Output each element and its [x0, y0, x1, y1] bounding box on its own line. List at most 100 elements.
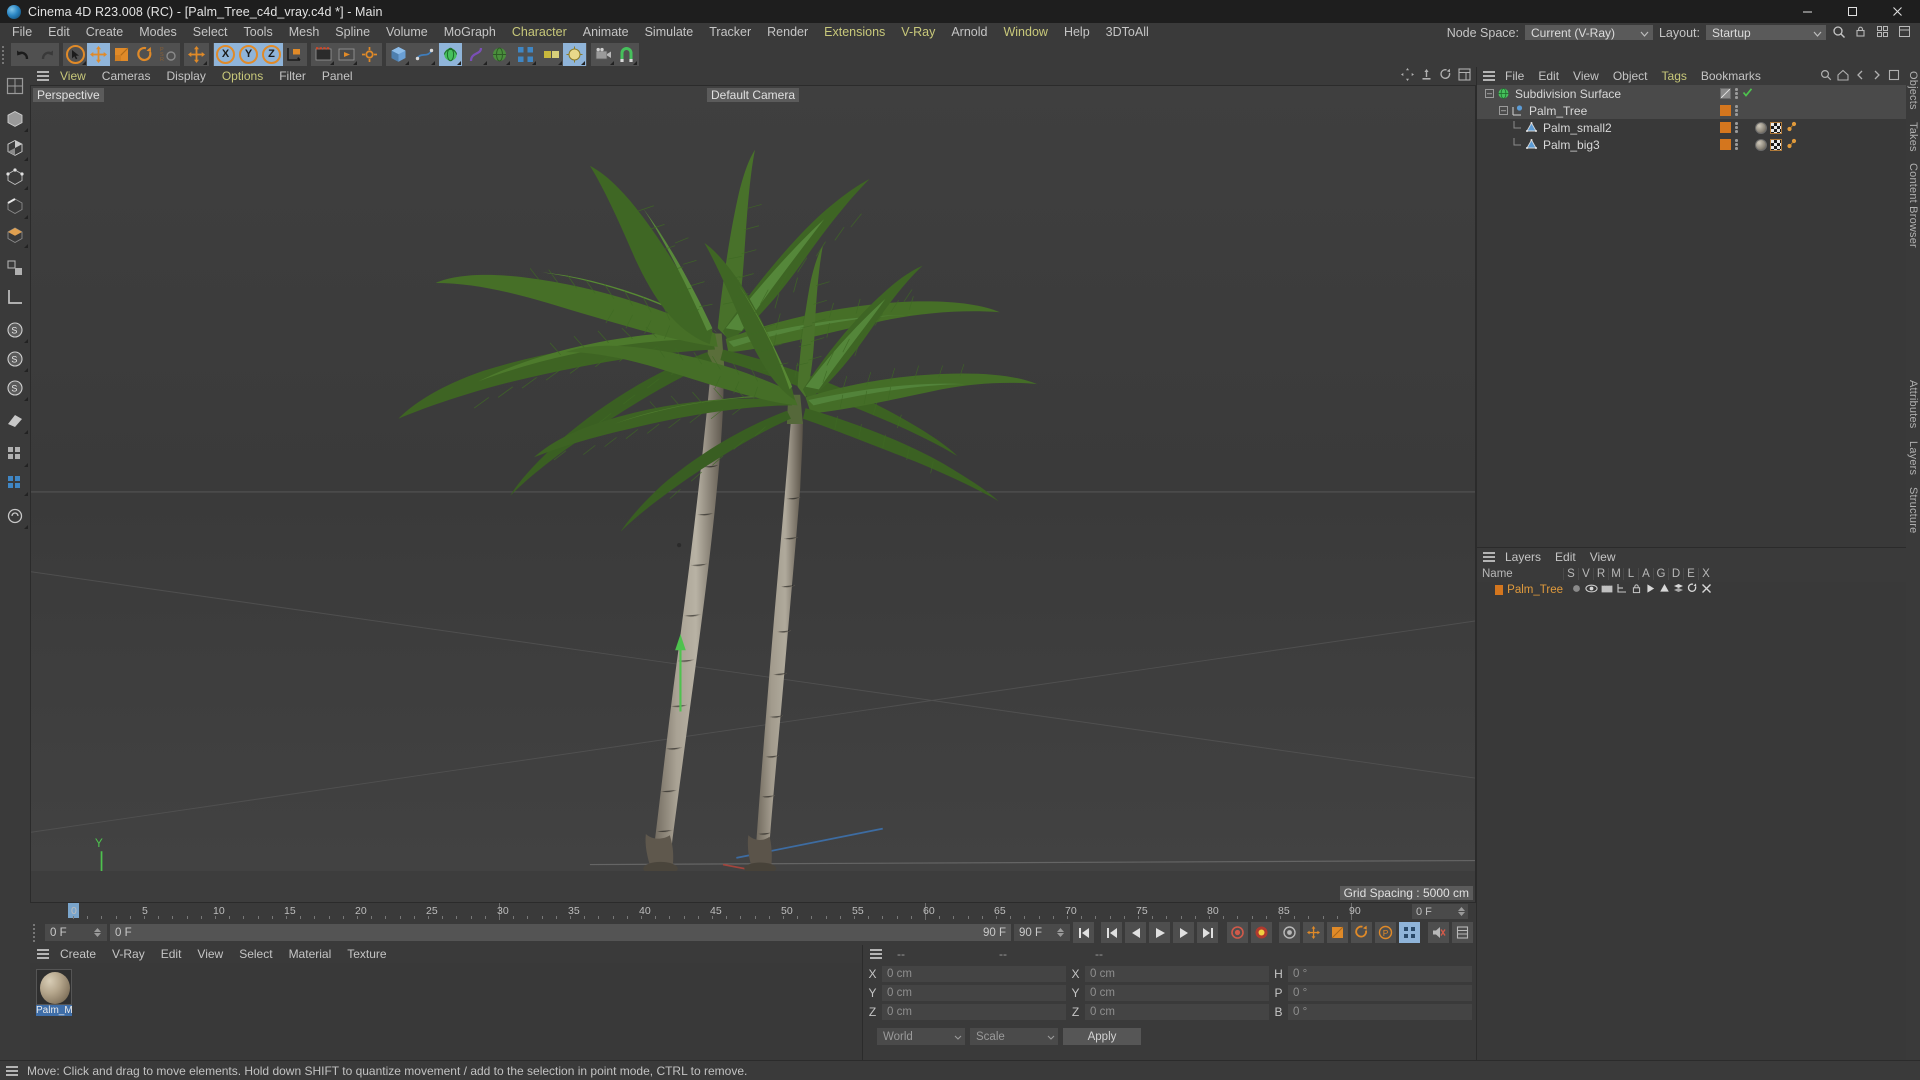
- go-to-start-button[interactable]: [1073, 922, 1094, 943]
- viewport-menu-cameras[interactable]: Cameras: [94, 67, 159, 85]
- layer-generator-icon[interactable]: [1659, 583, 1670, 597]
- edge-tab-structure[interactable]: Structure: [1907, 487, 1919, 533]
- layers-col-e[interactable]: E: [1683, 568, 1698, 580]
- coord-pos-x-input[interactable]: 0 cm: [882, 966, 1066, 982]
- viewport-menu-view[interactable]: View: [52, 67, 94, 85]
- mute-animation-button[interactable]: [1428, 922, 1449, 943]
- go-to-end-button[interactable]: [1197, 922, 1218, 943]
- phong-tag-icon[interactable]: [1785, 137, 1798, 153]
- layer-animation-icon[interactable]: [1645, 583, 1656, 597]
- material-list[interactable]: Palm_M...: [30, 963, 862, 1060]
- light-button[interactable]: [563, 43, 586, 66]
- expand-collapse-icon[interactable]: –: [1485, 89, 1494, 98]
- object-row-subdivision-surface[interactable]: – Subdivision Surface: [1477, 85, 1906, 102]
- object-home-icon[interactable]: [1837, 69, 1849, 84]
- model-mode-button[interactable]: [2, 104, 29, 133]
- perspective-viewport[interactable]: Y X Perspective Default Camera Grid Spac…: [30, 85, 1476, 903]
- edge-tab-objects[interactable]: Objects: [1907, 71, 1919, 110]
- material-thumbnail[interactable]: [36, 969, 72, 1005]
- layer-row-palm-tree[interactable]: Palm_Tree: [1477, 582, 1906, 598]
- layers-col-v[interactable]: V: [1578, 568, 1593, 580]
- edge-tab-content-browser[interactable]: Content Browser: [1907, 163, 1919, 248]
- layers-col-d[interactable]: D: [1668, 568, 1683, 580]
- material-tag-icon[interactable]: [1755, 138, 1767, 151]
- snap-settings-button[interactable]: S: [2, 315, 29, 344]
- zoom-view-icon[interactable]: [1420, 68, 1433, 84]
- menu-arnold[interactable]: Arnold: [943, 23, 995, 42]
- snap-2-button[interactable]: S: [2, 344, 29, 373]
- expand-collapse-icon[interactable]: –: [1499, 106, 1508, 115]
- edge-tab-attributes[interactable]: Attributes: [1907, 380, 1919, 428]
- texture-mode-button[interactable]: [2, 133, 29, 162]
- viewport-menu-display[interactable]: Display: [158, 67, 213, 85]
- coord-size-z-input[interactable]: 0 cm: [1085, 1004, 1269, 1020]
- phong-tag-icon[interactable]: [1785, 120, 1798, 136]
- mograph-cloner-button[interactable]: [514, 43, 537, 66]
- layer-lock-icon[interactable]: [1631, 583, 1642, 597]
- keyframe-selection-button[interactable]: [1279, 922, 1300, 943]
- viewport-layout-button[interactable]: [2, 71, 29, 100]
- menu-file[interactable]: File: [4, 23, 40, 42]
- spinner-icon[interactable]: [1057, 928, 1067, 937]
- coord-rot-h-input[interactable]: 0 °: [1288, 966, 1472, 982]
- object-menu-edit[interactable]: Edit: [1531, 67, 1566, 85]
- close-button[interactable]: [1875, 0, 1920, 23]
- layers-col-s[interactable]: S: [1563, 568, 1578, 580]
- rotate-view-icon[interactable]: [1439, 68, 1452, 84]
- move-tool-button[interactable]: [87, 43, 110, 66]
- polygon-mode-button[interactable]: [2, 220, 29, 249]
- step-back-button[interactable]: [1125, 922, 1146, 943]
- layer-expression-icon[interactable]: [1687, 583, 1698, 597]
- object-row-palm-big3[interactable]: Palm_big3: [1477, 136, 1906, 153]
- material-item[interactable]: Palm_M...: [36, 969, 72, 1016]
- object-menu-bookmarks[interactable]: Bookmarks: [1694, 67, 1768, 85]
- material-menu-view[interactable]: View: [189, 945, 231, 963]
- menu-simulate[interactable]: Simulate: [637, 23, 702, 42]
- object-menu-tags[interactable]: Tags: [1655, 67, 1694, 85]
- tag-dots-icon[interactable]: [1734, 139, 1739, 150]
- layout-grid-dark-button[interactable]: [2, 468, 29, 497]
- coord-apply-button[interactable]: Apply: [1063, 1028, 1141, 1045]
- material-tag-icon[interactable]: [1755, 121, 1767, 134]
- tag-dots-icon[interactable]: [1734, 105, 1739, 116]
- viewport-menu-filter[interactable]: Filter: [271, 67, 314, 85]
- point-mode-button[interactable]: [2, 162, 29, 191]
- animbar-drag-handle[interactable]: [33, 921, 42, 944]
- material-menu-edit[interactable]: Edit: [153, 945, 190, 963]
- layer-render-icon[interactable]: [1601, 583, 1613, 597]
- tag-dots-icon[interactable]: [1734, 88, 1739, 99]
- coord-r ot-b-input[interactable]: 0 °: [1288, 1004, 1472, 1020]
- redo-button[interactable]: [35, 43, 58, 66]
- rotate-tool-button[interactable]: [133, 43, 156, 66]
- record-active-objects-button[interactable]: [1227, 922, 1248, 943]
- coord-size-x-input[interactable]: 0 cm: [1085, 966, 1269, 982]
- field-button[interactable]: [540, 43, 563, 66]
- menu-window[interactable]: Window: [995, 23, 1055, 42]
- menu-animate[interactable]: Animate: [575, 23, 637, 42]
- bend-deformer-button[interactable]: [465, 43, 488, 66]
- scale-tool-button[interactable]: [110, 43, 133, 66]
- viewport-hamburger-icon[interactable]: [34, 69, 52, 83]
- maximize-button[interactable]: [1830, 0, 1875, 23]
- menu-spline[interactable]: Spline: [327, 23, 378, 42]
- menu-create[interactable]: Create: [78, 23, 132, 42]
- axis-x-lock-button[interactable]: X: [214, 43, 237, 66]
- menu-tools[interactable]: Tools: [236, 23, 281, 42]
- layers-col-x[interactable]: X: [1698, 568, 1713, 580]
- go-to-previous-keyframe-button[interactable]: [1101, 922, 1122, 943]
- spline-pen-button[interactable]: [413, 43, 436, 66]
- status-hamburger-icon[interactable]: [3, 1064, 21, 1078]
- camera-button[interactable]: [592, 43, 615, 66]
- layer-color-tag-icon[interactable]: [1720, 122, 1731, 133]
- layers-menu-view[interactable]: View: [1583, 548, 1623, 566]
- coordinates-hamburger-icon[interactable]: [867, 947, 885, 961]
- material-menu-select[interactable]: Select: [231, 945, 280, 963]
- uvw-tag-icon[interactable]: [1770, 121, 1782, 134]
- move-axis-button[interactable]: [185, 43, 208, 66]
- undo-button[interactable]: [12, 43, 35, 66]
- menu-render[interactable]: Render: [759, 23, 816, 42]
- select-tool-button[interactable]: [64, 43, 87, 66]
- magnet-tool-button[interactable]: [615, 43, 638, 66]
- coord-mode-dropdown[interactable]: Scale: [970, 1028, 1058, 1045]
- anim-start-frame-field[interactable]: 0 F: [45, 924, 107, 941]
